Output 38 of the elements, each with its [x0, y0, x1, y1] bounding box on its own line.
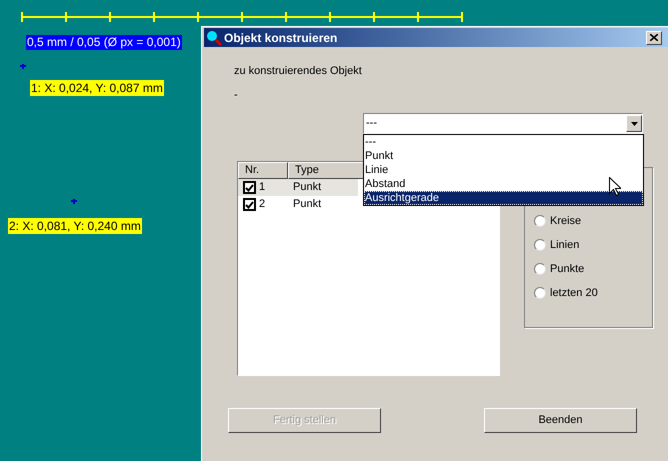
table-cell-text: Punkt: [293, 180, 322, 196]
radio-button[interactable]: [534, 263, 546, 275]
dropdown-option[interactable]: Ausrichtgerade: [364, 191, 643, 205]
row-checkbox[interactable]: [243, 181, 256, 194]
point-marker-icon: [71, 199, 77, 204]
close-button[interactable]: [646, 30, 662, 44]
table-cell-text: 2: [259, 197, 266, 212]
dropdown-option[interactable]: Abstand: [364, 177, 643, 191]
close-icon: [650, 34, 658, 41]
dialog-button[interactable]: Beenden: [484, 408, 637, 433]
mouse-cursor-icon: [609, 177, 621, 196]
radio-button[interactable]: [534, 215, 546, 227]
point-marker-icon: [20, 64, 26, 69]
point-label: 2: X: 0,081, Y: 0,240 mm: [8, 218, 142, 234]
window-title: Objekt konstruieren: [224, 30, 338, 46]
radio-label: letzten 20: [550, 286, 598, 301]
radio-label: Kreise: [550, 214, 582, 229]
magnifier-icon: [206, 30, 222, 46]
radio-button[interactable]: [534, 287, 546, 299]
list-row[interactable]: 2 Punkt: [238, 196, 358, 213]
object-combobox[interactable]: ---: [363, 113, 643, 134]
radio-button[interactable]: [534, 239, 546, 251]
column-header[interactable]: Nr.: [238, 162, 288, 179]
row-checkbox[interactable]: [243, 198, 256, 211]
prompt-text: zu konstruierendes Objekt: [234, 64, 363, 78]
caret-icon: [630, 122, 638, 126]
dropdown-option[interactable]: Linie: [364, 163, 643, 177]
point-label: 1: X: 0,024, Y: 0,087 mm: [30, 80, 164, 96]
object-value: -: [234, 88, 239, 102]
scale-label: 0,5 mm / 0,05 (Ø px = 0,001): [26, 35, 182, 50]
dropdown-option[interactable]: ---: [364, 135, 643, 149]
dropdown-option[interactable]: Punkt: [364, 149, 643, 163]
table-cell-text: Punkt: [293, 197, 322, 212]
table-cell-text: 1: [259, 180, 266, 196]
radio-label: Punkte: [550, 262, 584, 277]
list-row[interactable]: 1 Punkt: [238, 179, 358, 196]
radio-label: Linien: [550, 238, 580, 253]
dropdown-button[interactable]: [626, 115, 642, 132]
